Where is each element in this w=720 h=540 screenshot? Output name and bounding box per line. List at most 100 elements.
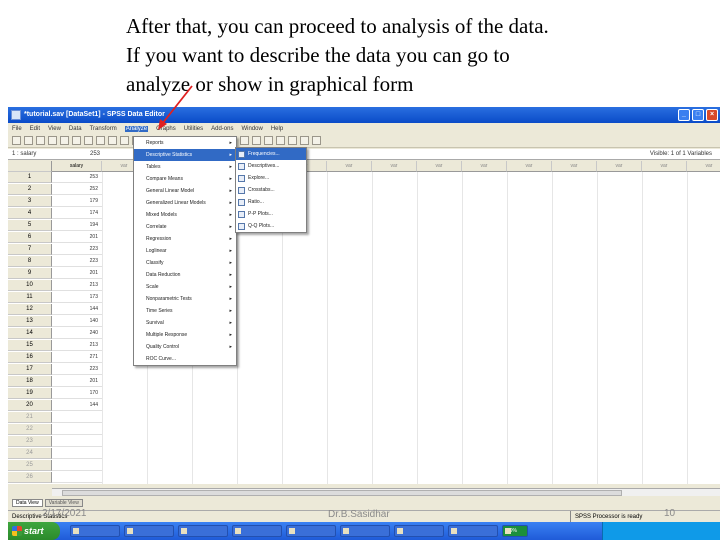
menu-analyze[interactable]: Analyze	[124, 125, 149, 132]
toolbar-button-icon[interactable]	[96, 136, 105, 145]
taskbar-item[interactable]	[448, 525, 498, 537]
salary-cell[interactable]: 240	[52, 328, 102, 339]
menu-utilities[interactable]: Utilities	[184, 126, 203, 132]
analyze-menu-item[interactable]: ROC Curve...	[134, 353, 236, 365]
salary-cell[interactable]: 213	[52, 340, 102, 351]
taskbar-item[interactable]	[340, 525, 390, 537]
descriptive-menu-item[interactable]: P-P Plots...	[236, 208, 306, 220]
toolbar-button-icon[interactable]	[300, 136, 309, 145]
toolbar-button-icon[interactable]	[36, 136, 45, 145]
descriptive-menu-item[interactable]: Frequencies...	[236, 148, 306, 160]
menu-transform[interactable]: Transform	[90, 126, 117, 132]
row-number[interactable]: 6	[8, 232, 52, 243]
salary-cell[interactable]: 173	[52, 292, 102, 303]
row-number[interactable]: 24	[8, 448, 52, 459]
analyze-menu-item[interactable]: Time Series ▸	[134, 305, 236, 317]
toolbar-button-icon[interactable]	[72, 136, 81, 145]
taskbar-item[interactable]	[124, 525, 174, 537]
analyze-menu-item[interactable]: Scale ▸	[134, 281, 236, 293]
column-header-var[interactable]: var	[507, 161, 552, 172]
row-number[interactable]: 9	[8, 268, 52, 279]
toolbar-button-icon[interactable]	[276, 136, 285, 145]
toolbar-button-icon[interactable]	[108, 136, 117, 145]
row-number[interactable]: 19	[8, 388, 52, 399]
analyze-menu-item[interactable]: Loglinear ▸	[134, 245, 236, 257]
salary-cell[interactable]: 170	[52, 388, 102, 399]
analyze-menu-item[interactable]: Tables ▸	[134, 161, 236, 173]
toolbar-button-icon[interactable]	[48, 136, 57, 145]
minimize-icon[interactable]: _	[678, 109, 690, 121]
row-number[interactable]: 4	[8, 208, 52, 219]
salary-cell[interactable]: 252	[52, 184, 102, 195]
row-number[interactable]: 1	[8, 172, 52, 183]
salary-cell[interactable]: 144	[52, 400, 102, 411]
column-header-var[interactable]: var	[687, 161, 720, 172]
menu-edit[interactable]: Edit	[30, 126, 40, 132]
descriptive-menu-item[interactable]: Ratio...	[236, 196, 306, 208]
analyze-menu-item[interactable]: Generalized Linear Models ▸	[134, 197, 236, 209]
salary-cell[interactable]: 253	[52, 172, 102, 183]
cell-reference[interactable]: 1 : salary	[10, 150, 70, 159]
row-number[interactable]: 17	[8, 364, 52, 375]
menu-add-ons[interactable]: Add-ons	[211, 126, 233, 132]
analyze-menu-item[interactable]: Quality Control ▸	[134, 341, 236, 353]
close-icon[interactable]: ×	[706, 109, 718, 121]
menu-help[interactable]: Help	[271, 126, 283, 132]
descriptive-menu-item[interactable]: Crosstabs...	[236, 184, 306, 196]
tab-data-view[interactable]: Data View	[12, 499, 43, 507]
taskbar-item[interactable]	[232, 525, 282, 537]
salary-cell[interactable]: 201	[52, 376, 102, 387]
analyze-menu-item[interactable]: Reports ▸	[134, 137, 236, 149]
analyze-menu-item[interactable]: General Linear Model ▸	[134, 185, 236, 197]
salary-cell[interactable]: 179	[52, 196, 102, 207]
tab-variable-view[interactable]: Variable View	[44, 499, 83, 507]
row-number[interactable]: 2	[8, 184, 52, 195]
row-number[interactable]: 11	[8, 292, 52, 303]
column-header-var[interactable]: var	[462, 161, 507, 172]
toolbar-button-icon[interactable]	[60, 136, 69, 145]
taskbar-item[interactable]	[286, 525, 336, 537]
salary-cell[interactable]: 223	[52, 256, 102, 267]
salary-cell[interactable]	[52, 472, 102, 483]
toolbar-button-icon[interactable]	[264, 136, 273, 145]
row-number[interactable]: 18	[8, 376, 52, 387]
taskbar-item[interactable]	[178, 525, 228, 537]
salary-cell[interactable]: 271	[52, 352, 102, 363]
menu-view[interactable]: View	[48, 126, 61, 132]
column-header-var[interactable]: var	[597, 161, 642, 172]
row-number[interactable]: 22	[8, 424, 52, 435]
menu-window[interactable]: Window	[241, 126, 262, 132]
toolbar-button-icon[interactable]	[24, 136, 33, 145]
analyze-menu-item[interactable]: Classify ▸	[134, 257, 236, 269]
analyze-menu-item[interactable]: Mixed Models ▸	[134, 209, 236, 221]
column-header-var[interactable]: var	[372, 161, 417, 172]
row-number[interactable]: 8	[8, 256, 52, 267]
analyze-menu-item[interactable]: Regression ▸	[134, 233, 236, 245]
row-number[interactable]: 14	[8, 328, 52, 339]
descriptive-menu-item[interactable]: Explore...	[236, 172, 306, 184]
salary-cell[interactable]: 223	[52, 244, 102, 255]
toolbar-button-icon[interactable]	[84, 136, 93, 145]
salary-cell[interactable]: 144	[52, 304, 102, 315]
scrollbar-thumb[interactable]	[62, 490, 622, 496]
salary-cell[interactable]: 174	[52, 208, 102, 219]
row-number[interactable]: 16	[8, 352, 52, 363]
start-button[interactable]: start	[8, 522, 60, 540]
row-number[interactable]: 15	[8, 340, 52, 351]
analyze-menu-item[interactable]: Correlate ▸	[134, 221, 236, 233]
row-number[interactable]: 13	[8, 316, 52, 327]
toolbar-button-icon[interactable]	[120, 136, 129, 145]
toolbar-button-icon[interactable]	[240, 136, 249, 145]
salary-cell[interactable]: 194	[52, 220, 102, 231]
analyze-menu-item[interactable]: Nonparametric Tests ▸	[134, 293, 236, 305]
toolbar-button-icon[interactable]	[288, 136, 297, 145]
row-number[interactable]: 7	[8, 244, 52, 255]
cell-value[interactable]: 253	[90, 150, 100, 159]
analyze-menu-item[interactable]: Compare Means ▸	[134, 173, 236, 185]
column-header-var[interactable]: var	[642, 161, 687, 172]
menu-data[interactable]: Data	[69, 126, 82, 132]
salary-cell[interactable]: 223	[52, 364, 102, 375]
taskbar-item[interactable]	[394, 525, 444, 537]
row-number[interactable]: 5	[8, 220, 52, 231]
row-number[interactable]: 21	[8, 412, 52, 423]
